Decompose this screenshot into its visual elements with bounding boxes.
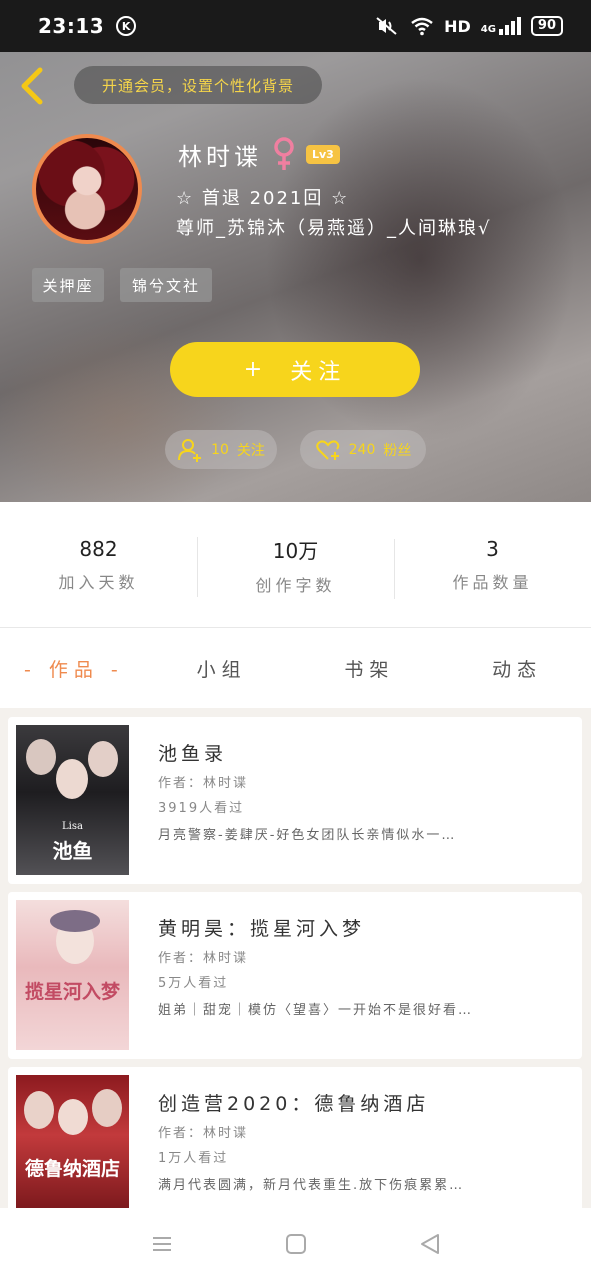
work-card[interactable]: 揽星河入梦 黄明昊：揽星河入梦 作者：林时谍 5万人看过 姐弟｜甜宠｜模仿〈望喜… [8, 892, 582, 1059]
cover-title: 德鲁纳酒店 [24, 1158, 120, 1180]
work-author: 作者：林时谍 [158, 1126, 249, 1141]
book-cover[interactable]: 池鱼 Lisa [16, 725, 129, 875]
stat-works: 3 作品数量 [394, 537, 591, 599]
work-author: 作者：林时谍 [158, 951, 249, 966]
work-title[interactable]: 创造营2020：德鲁纳酒店 [158, 1089, 570, 1116]
level-badge: Lv3 [306, 144, 340, 164]
battery-icon: 90 [530, 16, 563, 36]
tag-chip-2[interactable]: 锦兮文社 [120, 268, 212, 302]
work-author: 作者：林时谍 [158, 776, 249, 791]
stat-label: 作品数量 [452, 573, 533, 592]
stat-label: 加入天数 [58, 573, 139, 592]
work-card[interactable]: 德鲁纳酒店 创造营2020：德鲁纳酒店 作者：林时谍 1万人看过 满月代表圆满，… [8, 1067, 582, 1208]
book-cover[interactable]: 揽星河入梦 [16, 900, 129, 1050]
follow-button-label: 关注 [290, 359, 347, 385]
stat-days: 882 加入天数 [0, 537, 197, 593]
tab-bar: - 作品 - 小组 书架 动态 [0, 628, 591, 708]
work-reads: 3919人看过 [158, 801, 245, 816]
plus-icon: + [243, 357, 269, 382]
back-triangle-icon[interactable] [418, 1232, 442, 1256]
stat-label: 创作字数 [255, 575, 336, 595]
system-nav-bar [0, 1208, 591, 1280]
stat-value: 882 [79, 537, 118, 561]
fans-count: 240 [348, 441, 376, 458]
stat-value: 10万 [272, 538, 319, 563]
signal-label: 4G [480, 24, 496, 35]
tab-activity[interactable]: 动态 [443, 655, 591, 682]
network-type: HD [444, 16, 471, 36]
work-reads: 1万人看过 [158, 1151, 229, 1166]
following-count: 10 [211, 441, 229, 458]
following-label: 关注 [236, 442, 265, 459]
status-bar: 23:13 K HD 4G 90 [0, 0, 591, 52]
stat-words: 10万 创作字数 [197, 535, 394, 597]
chevron-left-icon[interactable] [14, 64, 50, 108]
user-name: 林时谍 [178, 142, 262, 171]
wifi-icon [411, 17, 433, 36]
cover-title: 揽星河入梦 [24, 981, 120, 1003]
work-description: 满月代表圆满，新月代表重生.放下伤痕累累… [158, 1178, 465, 1193]
bio-line-1: ☆ 首退 2021回 ☆ [176, 188, 350, 209]
female-symbol-icon [274, 137, 294, 170]
cover-subtitle: Lisa [62, 821, 83, 832]
status-time: 23:13 [38, 14, 105, 38]
mute-vibrate-icon [376, 17, 397, 35]
stat-value: 3 [486, 537, 499, 561]
work-list: 池鱼 Lisa 池鱼录 作者：林时谍 3919人看过 月亮警察-姜肆厌-好色女团… [0, 708, 591, 1208]
following-pill[interactable]: 10 关注 [165, 430, 277, 469]
work-description: 月亮警察-姜肆厌-好色女团队长亲情似水一… [158, 828, 457, 843]
book-cover[interactable]: 德鲁纳酒店 [16, 1075, 129, 1208]
k-app-icon: K [116, 16, 137, 36]
tab-bookshelf[interactable]: 书架 [296, 655, 444, 682]
bio-line-2: 尊师_苏锦沐（易燕遥）_人间琳琅√ [176, 218, 492, 239]
tab-groups[interactable]: 小组 [148, 655, 296, 682]
tab-works[interactable]: - 作品 - [0, 655, 148, 682]
tag-chip-1[interactable]: 关押座 [32, 268, 104, 302]
stats-row: 882 加入天数 10万 创作字数 3 作品数量 [0, 502, 591, 628]
menu-icon[interactable] [150, 1232, 174, 1256]
home-square-icon[interactable] [284, 1232, 308, 1256]
signal-icon: 4G [481, 17, 521, 35]
fans-label: 粉丝 [383, 442, 412, 459]
add-person-icon [178, 438, 202, 462]
heart-plus-icon [315, 439, 339, 460]
profile-header: 23:13 K HD 4G 90 开通会员，设置个性化背景 林时谍 Lv3 ☆ … [0, 0, 591, 502]
fans-pill[interactable]: 240 粉丝 [300, 430, 426, 469]
vip-background-banner[interactable]: 开通会员，设置个性化背景 [74, 66, 322, 104]
work-description: 姐弟｜甜宠｜模仿〈望喜〉一开始不是很好看… [158, 1003, 474, 1018]
follow-button[interactable]: + 关注 [170, 342, 420, 397]
avatar[interactable] [32, 134, 142, 244]
work-card[interactable]: 池鱼 Lisa 池鱼录 作者：林时谍 3919人看过 月亮警察-姜肆厌-好色女团… [8, 717, 582, 884]
work-title[interactable]: 黄明昊：揽星河入梦 [158, 914, 570, 941]
work-reads: 5万人看过 [158, 976, 229, 991]
work-title[interactable]: 池鱼录 [158, 739, 570, 766]
cover-title: 池鱼 [52, 839, 93, 863]
